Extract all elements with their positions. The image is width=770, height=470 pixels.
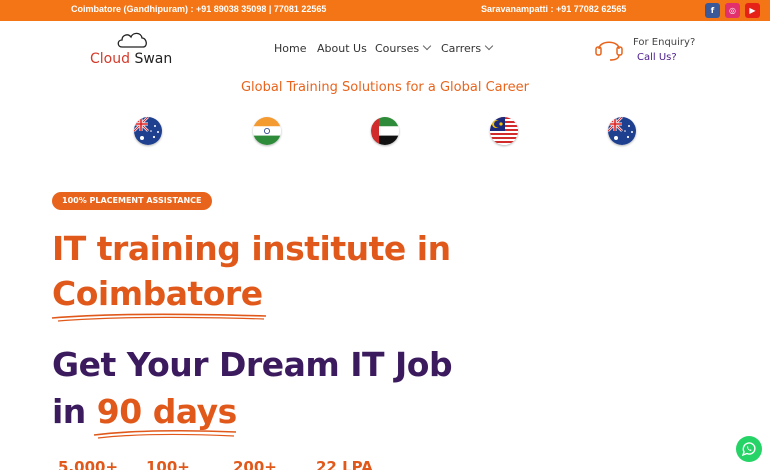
nav-home[interactable]: Home <box>274 42 306 55</box>
hero-subtitle-line2: in 90 days <box>52 392 237 431</box>
stat-value: 5,000+ <box>58 458 119 470</box>
hero-title-line2: Coimbatore <box>52 274 263 313</box>
chevron-down-icon <box>422 41 432 51</box>
nav-about-us[interactable]: About Us <box>317 42 367 55</box>
australia-flag-icon[interactable] <box>134 117 162 145</box>
subtitle-prefix: in <box>52 392 97 431</box>
tagline: Global Training Solutions for a Global C… <box>240 80 530 95</box>
instagram-icon[interactable]: ◎ <box>725 3 740 18</box>
cloud-swan-logo[interactable]: Cloud Swan <box>88 30 180 68</box>
cloud-icon <box>117 32 147 48</box>
australia-flag-icon[interactable] <box>608 117 636 145</box>
uae-flag-icon[interactable] <box>371 117 399 145</box>
hero-subtitle-line1: Get Your Dream IT Job <box>52 345 453 384</box>
hero-title-line1: IT training institute in <box>52 229 451 268</box>
stat-value: 100+ <box>146 458 190 470</box>
title-underline <box>51 313 267 322</box>
india-flag-icon[interactable] <box>253 117 281 145</box>
chevron-down-icon <box>484 41 494 51</box>
logo-word-swan: Swan <box>130 51 173 67</box>
logo-text: Cloud Swan <box>90 51 172 67</box>
facebook-icon[interactable]: f <box>705 3 720 18</box>
top-contact-bar: Coimbatore (Gandhipuram) : +91 89038 350… <box>0 0 770 21</box>
enquiry-question: For Enquiry? <box>633 37 696 48</box>
youtube-icon[interactable]: ▶ <box>745 3 760 18</box>
subtitle-highlight: 90 days <box>96 392 237 431</box>
nav-careers-label: Carrers <box>441 42 482 55</box>
nav-courses[interactable]: Courses <box>375 41 432 55</box>
headset-icon <box>595 41 623 61</box>
stat-value: 200+ <box>233 458 277 470</box>
placement-badge: 100% PLACEMENT ASSISTANCE <box>52 192 212 210</box>
whatsapp-icon <box>741 442 756 457</box>
malaysia-flag-icon[interactable] <box>490 117 518 145</box>
nav-courses-label: Courses <box>375 42 420 55</box>
gandhipuram-phone-text[interactable]: Coimbatore (Gandhipuram) : +91 89038 350… <box>71 4 326 14</box>
call-us-link[interactable]: Call Us? <box>637 52 677 63</box>
logo-word-cloud: Cloud <box>90 51 130 67</box>
saravanampatti-phone-text[interactable]: Saravanampatti : +91 77082 62565 <box>481 4 626 14</box>
whatsapp-button[interactable] <box>736 436 762 462</box>
nav-careers[interactable]: Carrers <box>441 41 494 55</box>
stat-value: 22 LPA <box>316 458 373 470</box>
highlight-underline <box>93 429 237 439</box>
